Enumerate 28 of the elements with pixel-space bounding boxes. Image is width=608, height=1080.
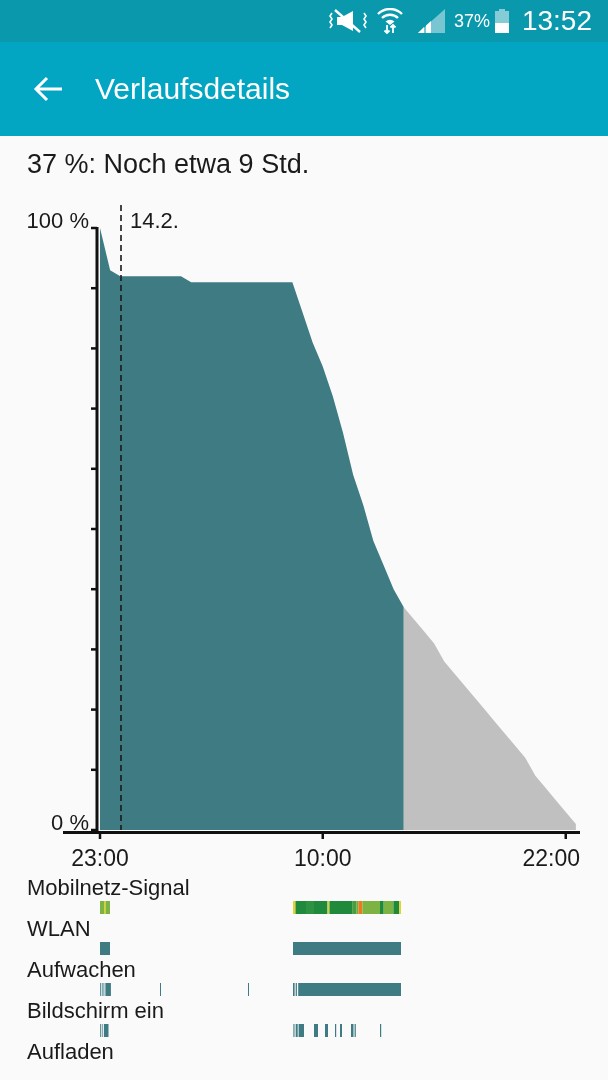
date-label: 14.2.: [130, 208, 179, 233]
signal-bars-icon: [416, 9, 445, 33]
axis-label: 22:00: [522, 845, 580, 871]
axis-label: 100 %: [26, 208, 89, 233]
screen-on-bar: [100, 1024, 109, 1037]
battery-icon: [494, 9, 509, 33]
signal-strength-bar: [100, 901, 110, 914]
timeline-label: WLAN: [26, 915, 92, 942]
axis-label: 23:00: [71, 845, 129, 871]
wake-activity-bar: [100, 983, 111, 996]
timeline-label: Aufladen: [26, 1038, 115, 1065]
screen-on-bar: [351, 1024, 356, 1037]
timeline-label: Aufwachen: [26, 956, 137, 983]
timeline-label: Bildschirm ein: [26, 997, 165, 1024]
clock-time: 13:52: [521, 5, 592, 37]
wifi-activity-bar: [100, 942, 110, 955]
battery-percent: 37%: [453, 10, 490, 32]
screen-on-bar: [293, 1024, 304, 1037]
timeline-label: Mobilnetz-Signal: [26, 874, 191, 901]
arrow-left-icon: [33, 76, 63, 102]
screen-on-bar: [325, 1024, 328, 1037]
axis-label: 0 %: [51, 810, 89, 835]
vibrate-mute-icon: [328, 8, 367, 34]
wifi-icon: [376, 8, 403, 34]
battery-estimate-text: 37 %: Noch etwa 9 Std.: [26, 148, 311, 180]
screen-on-bar: [314, 1024, 318, 1037]
screen-title: Verlaufsdetails: [95, 71, 291, 107]
axis-label: 10:00: [293, 845, 352, 871]
